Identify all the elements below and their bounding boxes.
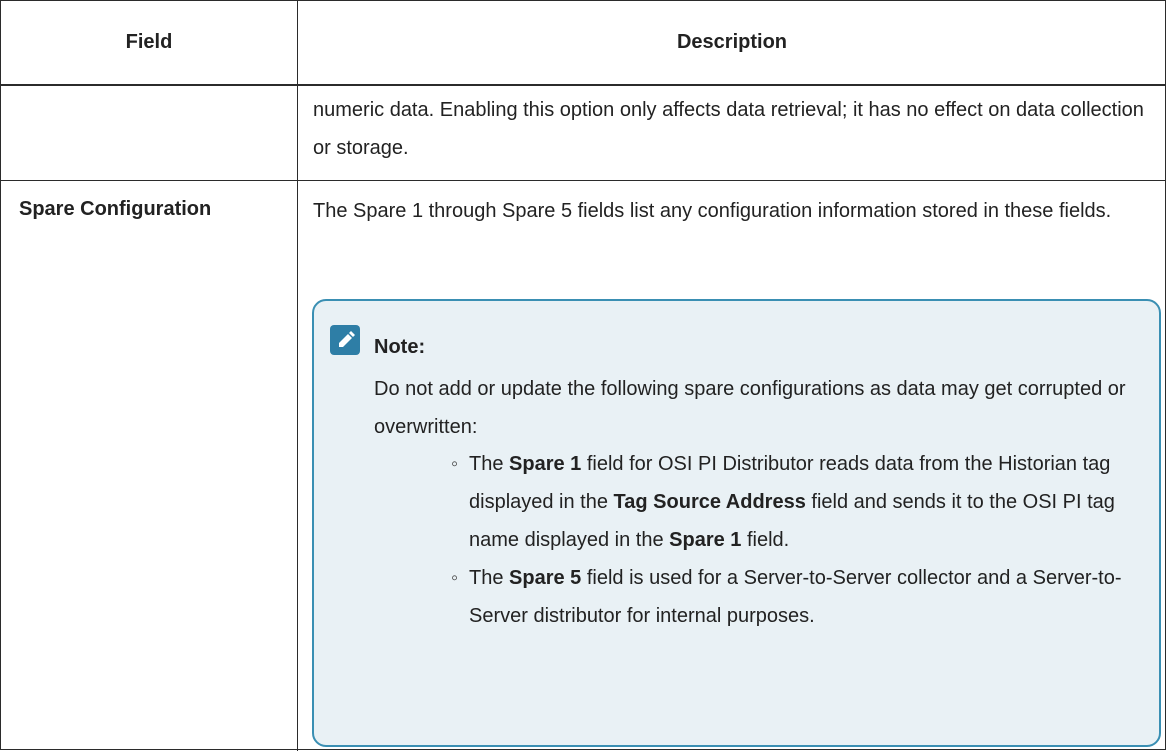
row2-description: The Spare 1 through Spare 5 fields list … (313, 200, 1112, 222)
list-item: ◦ The Spare 1 field for OSI PI Distributo… (437, 445, 1157, 559)
row2-field-name: Spare Configuration (19, 198, 212, 220)
note-title: Note: (374, 336, 426, 358)
bullet-icon: ◦ (451, 453, 459, 475)
row-divider (1, 180, 1165, 181)
bullet-icon: ◦ (451, 567, 459, 589)
pencil-icon (330, 325, 360, 355)
note-text: Do not add or update the following spare… (374, 378, 1126, 438)
field-description-table: Field Description numeric data. Enabling… (0, 0, 1166, 751)
column-divider (297, 1, 298, 751)
note-callout: Note: Do not add or update the following… (312, 299, 1161, 747)
list-item: ◦ The Spare 5 field is used for a Server-… (437, 559, 1157, 635)
note-list: ◦ The Spare 1 field for OSI PI Distributo… (437, 445, 1157, 635)
header-field: Field (125, 31, 173, 53)
row1-description: numeric data. Enabling this option only … (313, 99, 1144, 159)
header-description: Description (676, 31, 788, 53)
table-header: Field Description (1, 1, 1165, 86)
